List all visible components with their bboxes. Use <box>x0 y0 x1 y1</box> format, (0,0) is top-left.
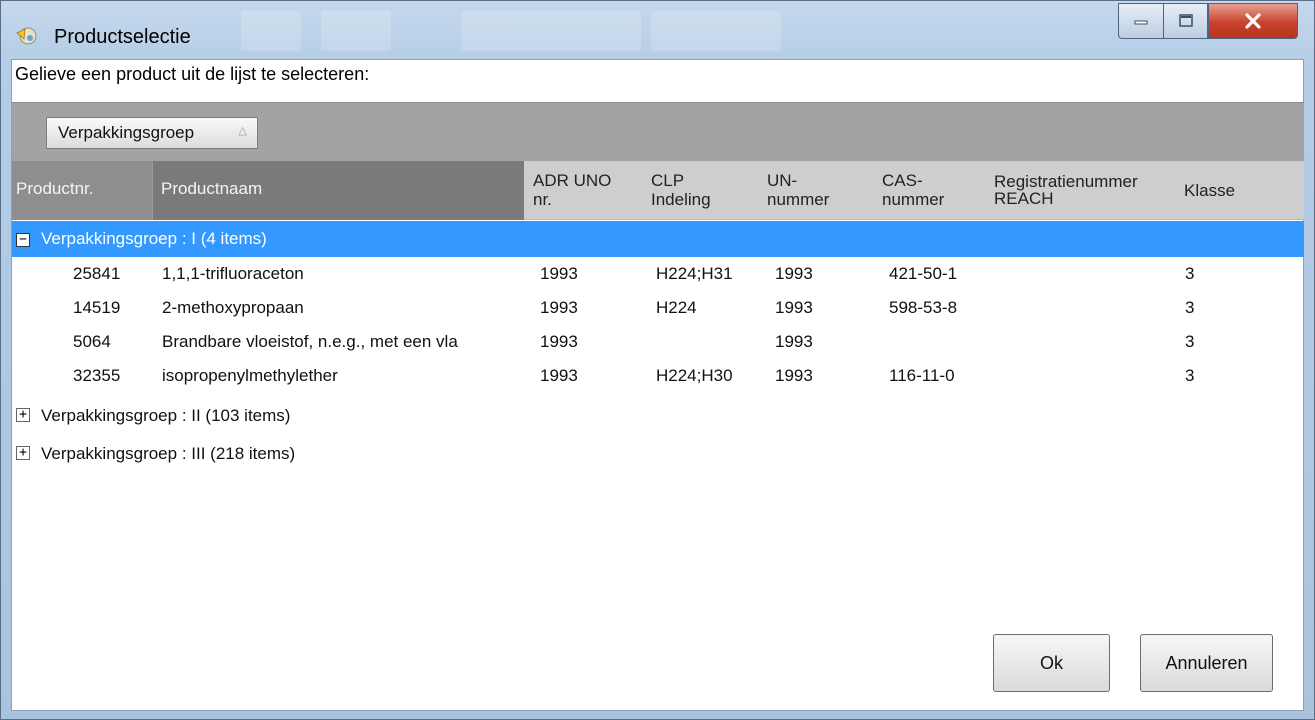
header-label: Productnr. <box>16 179 94 198</box>
expand-icon[interactable]: + <box>16 446 30 460</box>
cell-un-nummer: 1993 <box>775 298 813 317</box>
group-row-verpakkingsgroep-iii[interactable]: + Verpakkingsgroep : III (218 items) <box>12 436 1304 470</box>
header-label: CAS- <box>882 171 923 190</box>
grid-header: Productnr. Productnaam ADR UNO nr. CLP I… <box>12 161 1304 220</box>
background-blur <box>241 11 301 51</box>
cell-klasse: 3 <box>1185 298 1195 317</box>
cell-cas-nummer: 421-50-1 <box>889 264 958 283</box>
group-by-chip[interactable]: Verpakkingsgroep △ <box>46 117 258 149</box>
app-icon <box>16 27 37 45</box>
table-row[interactable]: 32355 isopropenylmethylether 1993 H224;H… <box>12 359 1304 393</box>
header-label: CLP <box>651 171 685 190</box>
background-blur <box>321 11 391 51</box>
cell-productnaam: 1,1,1-trifluoraceton <box>162 264 304 283</box>
cell-productnaam: isopropenylmethylether <box>162 366 338 385</box>
maximize-button[interactable] <box>1163 3 1208 39</box>
cell-productnr: 14519 <box>73 298 121 317</box>
column-header-klasse[interactable]: Klasse <box>1176 161 1266 220</box>
column-header-cas-nummer[interactable]: CAS- nummer <box>870 161 985 220</box>
group-by-panel: Verpakkingsgroep △ <box>12 102 1304 161</box>
column-header-adr-uno[interactable]: ADR UNO nr. <box>529 161 634 220</box>
cell-adr-uno: 1993 <box>540 332 578 351</box>
maximize-icon <box>1178 14 1193 27</box>
cell-productnr: 25841 <box>73 264 121 283</box>
ok-button[interactable]: Ok <box>993 634 1110 692</box>
cell-cas-nummer: 116-11-0 <box>889 366 955 385</box>
cell-un-nummer: 1993 <box>775 264 813 283</box>
header-label: REACH <box>994 189 1054 208</box>
header-label: Klasse <box>1184 181 1236 200</box>
table-row[interactable]: 5064 Brandbare vloeistof, n.e.g., met ee… <box>12 325 1304 359</box>
background-blur <box>651 11 781 51</box>
header-label: nummer <box>767 190 830 209</box>
group-label: Verpakkingsgroep : III (218 items) <box>41 444 296 463</box>
header-label: Indeling <box>651 190 711 209</box>
close-button[interactable] <box>1208 3 1298 39</box>
cell-productnaam: Brandbare vloeistof, n.e.g., met een vla <box>162 332 458 351</box>
header-label: ADR UNO <box>533 171 612 190</box>
cell-productnr: 32355 <box>73 366 121 385</box>
cell-adr-uno: 1993 <box>540 366 578 385</box>
close-icon <box>1245 13 1261 29</box>
group-chip-label: Verpakkingsgroep <box>58 123 195 142</box>
cell-klasse: 3 <box>1185 366 1195 385</box>
header-label: Registratienummer <box>994 172 1138 191</box>
cell-adr-uno: 1993 <box>540 298 578 317</box>
minimize-button[interactable] <box>1118 3 1163 39</box>
cell-clp: H224 <box>656 298 697 317</box>
instruction-text: Gelieve een product uit de lijst te sele… <box>15 64 370 84</box>
sort-ascending-icon: △ <box>238 125 247 137</box>
cell-adr-uno: 1993 <box>540 264 578 283</box>
cell-klasse: 3 <box>1185 332 1195 351</box>
column-header-un-nummer[interactable]: UN- nummer <box>755 161 860 220</box>
column-header-reach[interactable]: Registratienummer REACH <box>994 161 1174 220</box>
column-header-productnaam[interactable]: Productnaam <box>152 161 524 220</box>
table-row[interactable]: 25841 1,1,1-trifluoraceton 1993 H224;H31… <box>12 257 1304 291</box>
header-label: nr. <box>533 190 552 209</box>
cell-productnaam: 2-methoxypropaan <box>162 298 304 317</box>
product-selection-window: Productselectie Gelieve een product uit … <box>0 0 1315 720</box>
group-label: Verpakkingsgroep : I (4 items) <box>41 229 267 248</box>
cell-productnr: 5064 <box>73 332 111 351</box>
group-row-verpakkingsgroep-i[interactable]: − Verpakkingsgroep : I (4 items) <box>12 221 1304 257</box>
table-row[interactable]: 14519 2-methoxypropaan 1993 H224 1993 59… <box>12 291 1304 325</box>
header-label: UN- <box>767 171 798 190</box>
column-header-productnr[interactable]: Productnr. <box>12 161 152 220</box>
header-label: Productnaam <box>161 179 263 198</box>
cell-clp: H224;H31 <box>656 264 733 283</box>
cell-un-nummer: 1993 <box>775 332 813 351</box>
cell-clp: H224;H30 <box>656 366 733 385</box>
cell-un-nummer: 1993 <box>775 366 813 385</box>
expand-icon[interactable]: + <box>16 408 30 422</box>
column-header-clp[interactable]: CLP Indeling <box>643 161 748 220</box>
minimize-icon <box>1134 20 1148 25</box>
collapse-icon[interactable]: − <box>16 233 30 247</box>
background-blur <box>461 11 641 51</box>
cancel-button[interactable]: Annuleren <box>1140 634 1273 692</box>
window-title: Productselectie <box>54 26 191 48</box>
dialog-body: Gelieve een product uit de lijst te sele… <box>11 59 1304 711</box>
cell-klasse: 3 <box>1185 264 1195 283</box>
title-bar[interactable]: Productselectie <box>1 1 1314 59</box>
cell-cas-nummer: 598-53-8 <box>889 298 958 317</box>
group-row-verpakkingsgroep-ii[interactable]: + Verpakkingsgroep : II (103 items) <box>12 398 1304 432</box>
header-label: nummer <box>882 190 945 209</box>
group-label: Verpakkingsgroep : II (103 items) <box>41 406 291 425</box>
